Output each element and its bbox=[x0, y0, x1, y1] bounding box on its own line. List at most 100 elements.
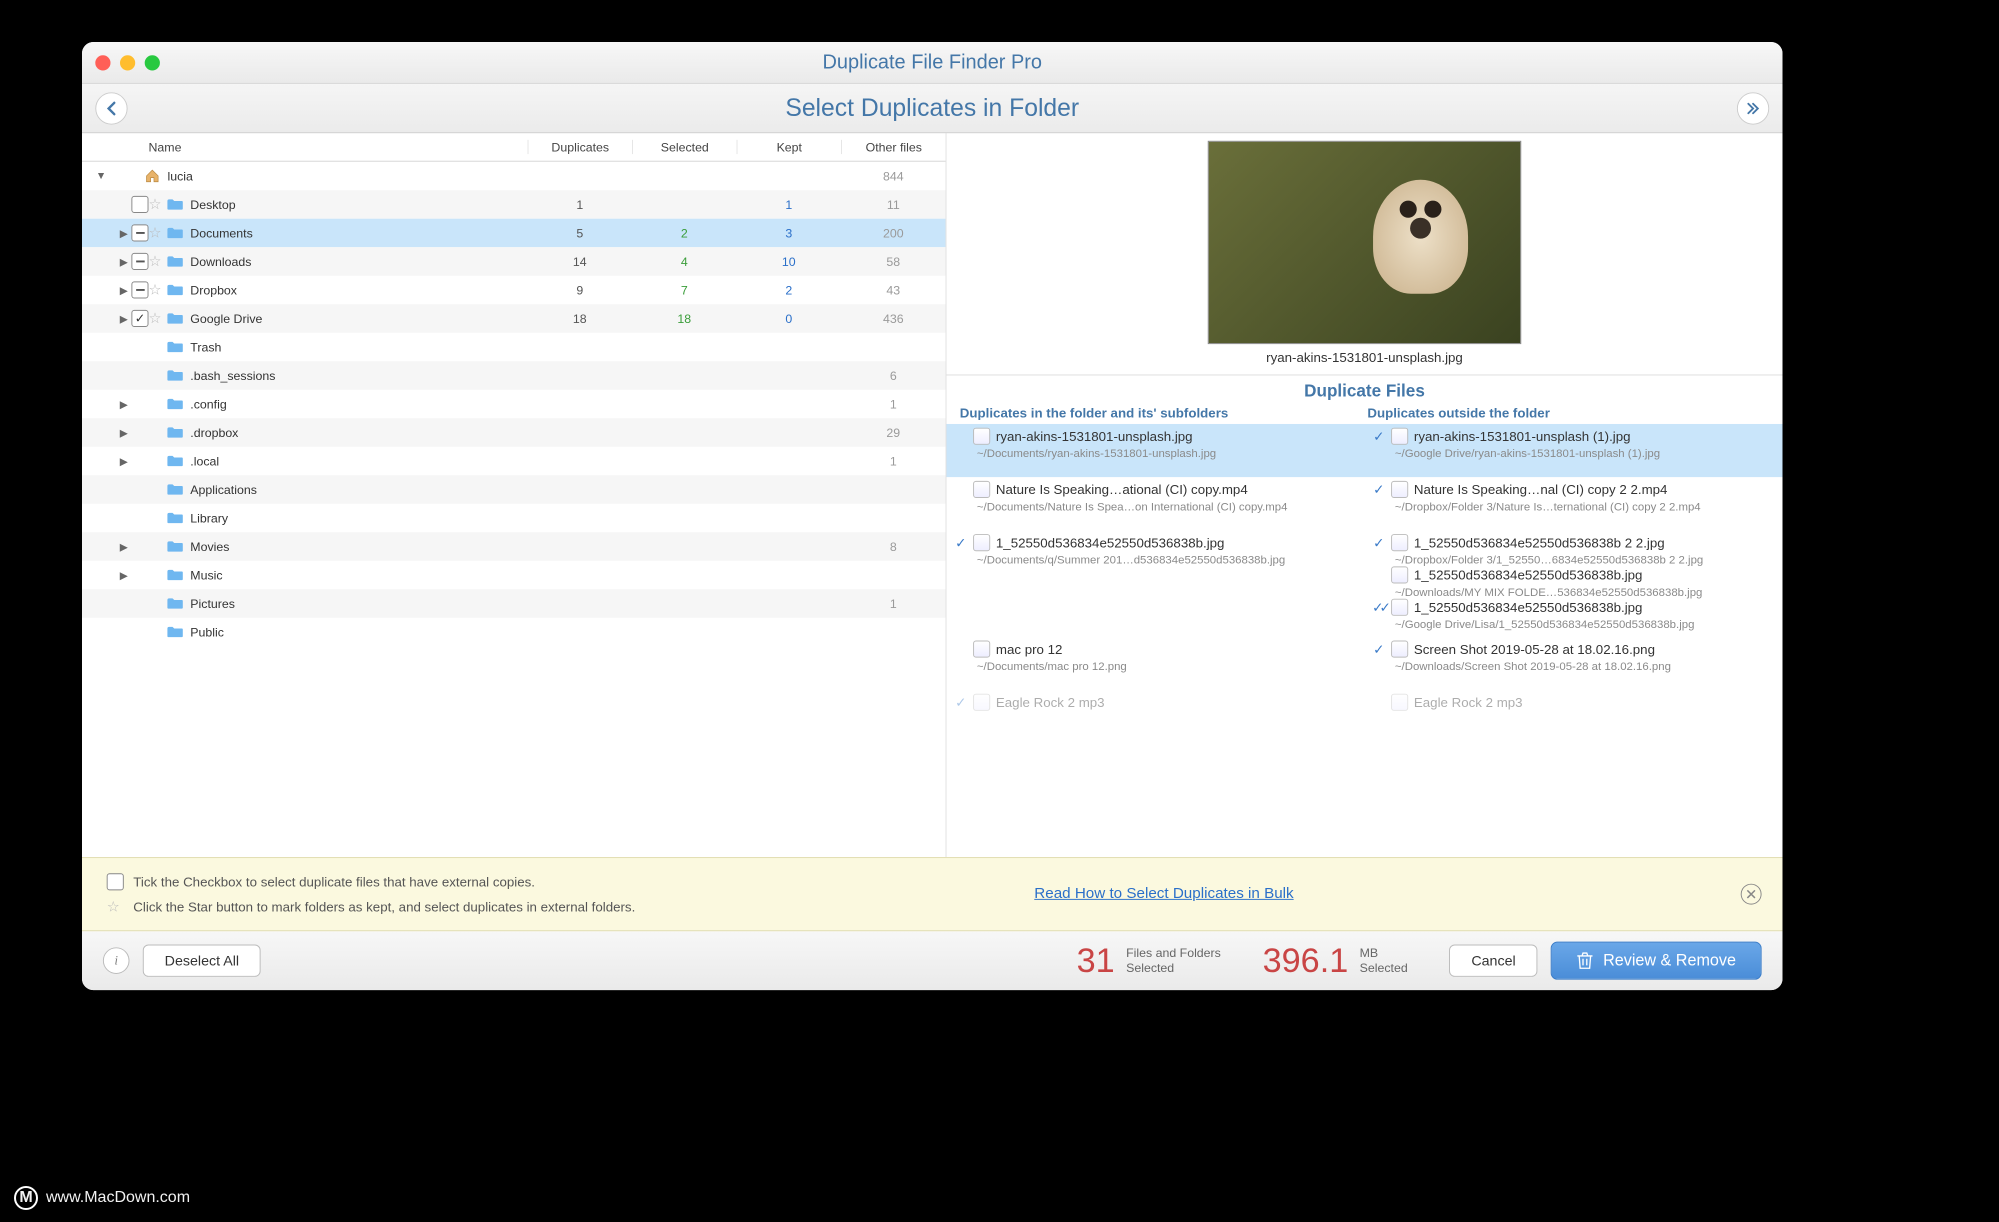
tree-row[interactable]: ▶ ☆ Dropbox 9 7 2 43 bbox=[82, 276, 946, 304]
files-count-label-1: Files and Folders bbox=[1126, 946, 1221, 961]
hint-link[interactable]: Read How to Select Duplicates in Bulk bbox=[1034, 886, 1293, 903]
tree-row[interactable]: .bash_sessions 6 bbox=[82, 361, 946, 390]
tree-row[interactable]: ▶ ☆ Downloads 14 4 10 58 bbox=[82, 247, 946, 276]
row-checkbox[interactable] bbox=[131, 196, 148, 213]
duplicate-row[interactable]: mac pro 12 ~/Documents/mac pro 12.png ✓ … bbox=[947, 637, 1783, 690]
file-name: Eagle Rock 2 mp3 bbox=[996, 695, 1105, 710]
tree-row[interactable]: Public bbox=[82, 618, 946, 647]
deselect-all-button[interactable]: Deselect All bbox=[143, 945, 261, 977]
col-kept[interactable]: Kept bbox=[737, 140, 842, 154]
folder-icon bbox=[166, 452, 185, 469]
star-button[interactable]: ☆ bbox=[149, 281, 166, 298]
duplicate-row[interactable]: ✓ Eagle Rock 2 mp3 Eagle Rock 2 mp3 bbox=[947, 690, 1783, 743]
row-other: 43 bbox=[841, 283, 946, 297]
star-button[interactable]: ☆ bbox=[149, 253, 166, 270]
select-checkmark[interactable]: ✓ bbox=[1372, 428, 1385, 444]
disclosure-triangle[interactable]: ▶ bbox=[116, 312, 131, 324]
row-checkbox[interactable] bbox=[131, 224, 148, 241]
row-name: .dropbox bbox=[190, 425, 527, 439]
preview: ryan-akins-1531801-unsplash.jpg bbox=[947, 133, 1783, 374]
duplicate-row[interactable]: Nature Is Speaking…ational (CI) copy.mp4… bbox=[947, 477, 1783, 530]
row-checkbox[interactable] bbox=[131, 281, 148, 298]
star-button[interactable]: ☆ bbox=[149, 310, 166, 327]
row-duplicates: 18 bbox=[528, 311, 633, 325]
star-button[interactable]: ☆ bbox=[149, 224, 166, 241]
col-other[interactable]: Other files bbox=[841, 140, 946, 154]
forward-button[interactable] bbox=[1737, 92, 1769, 124]
file-name: 1_52550d536834e52550d536838b.jpg bbox=[1414, 567, 1643, 582]
close-hint-button[interactable] bbox=[1741, 884, 1762, 905]
star-button[interactable]: ☆ bbox=[149, 196, 166, 213]
file-path: ~/Google Drive/ryan-akins-1531801-unspla… bbox=[1395, 447, 1775, 460]
select-checkmark[interactable]: ✓ bbox=[1372, 535, 1385, 551]
row-other: 436 bbox=[841, 311, 946, 325]
minimize-icon[interactable] bbox=[120, 55, 135, 70]
row-other: 29 bbox=[841, 425, 946, 439]
file-icon bbox=[1391, 641, 1408, 658]
select-checkmark[interactable]: ✓ bbox=[954, 694, 967, 710]
row-checkbox[interactable] bbox=[131, 310, 148, 327]
duplicate-columns-header: Duplicates in the folder and its' subfol… bbox=[947, 405, 1783, 424]
select-checkmark[interactable]: ✓ bbox=[954, 535, 967, 551]
file-icon bbox=[973, 481, 990, 498]
folder-tree[interactable]: ▼ lucia 844 ☆ Desktop 1 1 11 ▶ ☆ Documen… bbox=[82, 162, 946, 857]
row-selected: 18 bbox=[632, 311, 737, 325]
size-value: 396.1 bbox=[1263, 941, 1349, 981]
dup-header-outside: Duplicates outside the folder bbox=[1367, 405, 1775, 420]
folder-icon bbox=[166, 623, 185, 640]
close-icon[interactable] bbox=[95, 55, 110, 70]
tree-row[interactable]: Trash bbox=[82, 333, 946, 362]
row-duplicates: 14 bbox=[528, 254, 633, 268]
col-duplicates[interactable]: Duplicates bbox=[528, 140, 633, 154]
row-kept: 10 bbox=[737, 254, 842, 268]
file-path: ~/Documents/q/Summer 201…d536834e52550d5… bbox=[977, 553, 1357, 566]
tree-row[interactable]: ▶ Movies 8 bbox=[82, 532, 946, 561]
file-path: ~/Google Drive/Lisa/1_52550d536834e52550… bbox=[1395, 618, 1775, 631]
tree-row[interactable]: ▶ ☆ Documents 5 2 3 200 bbox=[82, 219, 946, 248]
cancel-button[interactable]: Cancel bbox=[1449, 945, 1537, 977]
disclosure-triangle[interactable]: ▶ bbox=[116, 227, 131, 239]
file-icon bbox=[973, 694, 990, 711]
select-checkmark[interactable]: ✓✓ bbox=[1372, 599, 1385, 615]
row-other: 844 bbox=[841, 169, 946, 183]
select-checkmark[interactable]: ✓ bbox=[1372, 481, 1385, 497]
disclosure-triangle[interactable]: ▶ bbox=[116, 284, 131, 296]
tree-row[interactable]: ▶ .local 1 bbox=[82, 447, 946, 476]
row-other: 6 bbox=[841, 368, 946, 382]
select-checkmark[interactable]: ✓ bbox=[1372, 641, 1385, 657]
duplicate-row[interactable]: ✓ 1_52550d536834e52550d536838b.jpg ~/Doc… bbox=[947, 530, 1783, 636]
duplicate-files-section: Duplicate Files Duplicates in the folder… bbox=[947, 375, 1783, 858]
disclosure-triangle[interactable]: ▶ bbox=[116, 426, 131, 438]
col-name[interactable]: Name bbox=[82, 140, 528, 154]
tree-row[interactable]: Pictures 1 bbox=[82, 589, 946, 618]
tree-row[interactable]: Library bbox=[82, 504, 946, 532]
disclosure-triangle[interactable]: ▶ bbox=[116, 255, 131, 267]
chevron-left-icon bbox=[106, 101, 117, 116]
back-button[interactable] bbox=[95, 92, 127, 124]
file-path: ~/Documents/Nature Is Spea…on Internatio… bbox=[977, 500, 1357, 513]
col-selected[interactable]: Selected bbox=[632, 140, 737, 154]
tree-row[interactable]: ☆ Desktop 1 1 11 bbox=[82, 190, 946, 219]
disclosure-triangle[interactable]: ▶ bbox=[116, 569, 131, 581]
zoom-icon[interactable] bbox=[145, 55, 160, 70]
tree-row[interactable]: ▶ ☆ Google Drive 18 18 0 436 bbox=[82, 304, 946, 333]
tree-row[interactable]: ▶ .dropbox 29 bbox=[82, 418, 946, 447]
tree-row[interactable]: ▶ .config 1 bbox=[82, 390, 946, 419]
row-other: 200 bbox=[841, 226, 946, 240]
disclosure-triangle[interactable]: ▶ bbox=[116, 540, 131, 552]
row-checkbox[interactable] bbox=[131, 253, 148, 270]
duplicate-row[interactable]: ryan-akins-1531801-unsplash.jpg ~/Docume… bbox=[947, 424, 1783, 477]
disclosure-triangle[interactable]: ▶ bbox=[116, 455, 131, 467]
disclosure-triangle[interactable]: ▶ bbox=[116, 398, 131, 410]
duplicate-list[interactable]: ryan-akins-1531801-unsplash.jpg ~/Docume… bbox=[947, 424, 1783, 853]
tree-row[interactable]: ▼ lucia 844 bbox=[82, 162, 946, 191]
file-name: Screen Shot 2019-05-28 at 18.02.16.png bbox=[1414, 641, 1655, 656]
tree-row[interactable]: Applications bbox=[82, 475, 946, 504]
review-remove-button[interactable]: Review & Remove bbox=[1551, 942, 1762, 980]
tree-row[interactable]: ▶ Music bbox=[82, 561, 946, 590]
disclosure-triangle[interactable]: ▼ bbox=[93, 170, 108, 181]
preview-image[interactable] bbox=[1208, 141, 1522, 344]
row-kept: 2 bbox=[737, 283, 842, 297]
folder-tree-pane: Name Duplicates Selected Kept Other file… bbox=[82, 133, 947, 857]
info-button[interactable]: i bbox=[103, 947, 130, 974]
